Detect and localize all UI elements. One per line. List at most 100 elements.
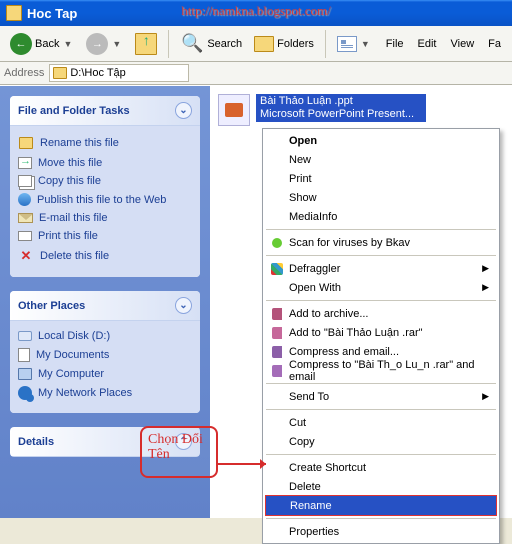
ctx-label: Send To: [289, 391, 329, 403]
defraggler-icon: [269, 261, 284, 276]
network-icon: [18, 386, 32, 400]
ctx-open[interactable]: Open: [265, 131, 497, 150]
winrar-icon: [269, 344, 284, 359]
disk-icon: [18, 331, 32, 341]
ppt-icon: [218, 94, 250, 126]
ctx-separator: [266, 229, 496, 230]
window-title: Hoc Tap: [27, 6, 77, 21]
ctx-delete[interactable]: Delete: [265, 477, 497, 496]
menu-file[interactable]: File: [379, 38, 411, 50]
task-label: Publish this file to the Web: [37, 194, 166, 206]
file-tasks-header[interactable]: File and Folder Tasks ⌄: [10, 96, 200, 126]
winrar-icon: [269, 363, 284, 378]
submenu-arrow-icon: ▶: [482, 263, 489, 274]
ctx-separator: [266, 409, 496, 410]
menu-edit[interactable]: Edit: [411, 38, 444, 50]
place-local-disk[interactable]: Local Disk (D:): [18, 327, 192, 345]
ctx-label: Compress and email...: [289, 346, 399, 358]
ctx-label: Open With: [289, 282, 341, 294]
task-label: Copy this file: [38, 175, 101, 187]
ctx-label: Create Shortcut: [289, 462, 366, 474]
callout-line1: Chọn Đổi: [148, 432, 203, 447]
up-folder-icon: [135, 33, 157, 55]
task-label: Move this file: [38, 157, 102, 169]
ctx-scan-bkav[interactable]: Scan for viruses by Bkav: [265, 233, 497, 252]
mail-icon: [18, 213, 33, 223]
ctx-label: Rename: [290, 500, 332, 512]
other-places-panel: Other Places ⌄ Local Disk (D:) My Docume…: [10, 291, 200, 413]
ctx-label: Scan for viruses by Bkav: [289, 237, 410, 249]
ctx-open-with[interactable]: Open With▶: [265, 278, 497, 297]
collapse-icon: ⌄: [175, 297, 192, 314]
address-bar: Address D:\Hoc Tập: [0, 62, 512, 85]
annotation-callout: Chọn Đổi Tên: [140, 426, 218, 478]
back-button[interactable]: ← Back ▼: [4, 29, 78, 59]
task-label: Rename this file: [40, 137, 119, 149]
place-label: My Network Places: [38, 387, 132, 399]
ctx-label: Compress to "Bài Th_o Lu_n .rar" and ema…: [289, 359, 483, 383]
ctx-create-shortcut[interactable]: Create Shortcut: [265, 458, 497, 477]
ctx-label: Add to "Bài Thảo Luận .rar": [289, 327, 423, 339]
views-button[interactable]: ▼: [331, 32, 376, 56]
ctx-print[interactable]: Print: [265, 169, 497, 188]
menu-favorites[interactable]: Fa: [481, 38, 508, 50]
place-label: My Computer: [38, 368, 104, 380]
callout-line2: Tên: [148, 447, 170, 462]
place-label: My Documents: [36, 349, 109, 361]
copy-icon: [18, 175, 32, 187]
ctx-mediainfo[interactable]: MediaInfo: [265, 207, 497, 226]
computer-icon: [18, 368, 32, 380]
ctx-label: MediaInfo: [289, 211, 337, 223]
ctx-rename[interactable]: Rename: [265, 495, 497, 516]
task-copy[interactable]: Copy this file: [18, 172, 192, 190]
other-places-header[interactable]: Other Places ⌄: [10, 291, 200, 321]
toolbar-separator: [168, 30, 169, 58]
ctx-label: Properties: [289, 526, 339, 538]
ctx-show[interactable]: Show: [265, 188, 497, 207]
task-move[interactable]: Move this file: [18, 154, 192, 172]
ctx-label: New: [289, 154, 311, 166]
task-rename[interactable]: Rename this file: [18, 132, 192, 154]
place-my-computer[interactable]: My Computer: [18, 365, 192, 383]
ctx-send-to[interactable]: Send To ▶: [265, 387, 497, 406]
menu-view[interactable]: View: [444, 38, 482, 50]
ctx-properties[interactable]: Properties: [265, 522, 497, 541]
ctx-cut[interactable]: Cut: [265, 413, 497, 432]
task-print[interactable]: Print this file: [18, 227, 192, 245]
ctx-defraggler[interactable]: Defraggler▶: [265, 259, 497, 278]
ctx-label: Open: [289, 135, 317, 147]
ctx-add-rar[interactable]: Add to "Bài Thảo Luận .rar": [265, 323, 497, 342]
selected-file[interactable]: Bài Thảo Luận .ppt Microsoft PowerPoint …: [218, 94, 426, 126]
toolbar-separator: [325, 30, 326, 58]
file-name: Bài Thảo Luận .ppt: [260, 95, 422, 108]
folder-icon: [6, 5, 22, 21]
bkav-icon: [269, 235, 284, 250]
place-label: Local Disk (D:): [38, 330, 110, 342]
task-label: Print this file: [38, 230, 98, 242]
chevron-down-icon: ▼: [112, 39, 121, 49]
search-button[interactable]: 🔍 Search: [174, 28, 248, 60]
task-email[interactable]: E-mail this file: [18, 209, 192, 227]
folders-button[interactable]: Folders: [248, 32, 320, 56]
place-my-network[interactable]: My Network Places: [18, 383, 192, 403]
task-delete[interactable]: ✕Delete this file: [18, 245, 192, 267]
chevron-down-icon: ▼: [361, 39, 370, 49]
ctx-copy[interactable]: Copy: [265, 432, 497, 451]
move-icon: [18, 157, 32, 169]
place-my-documents[interactable]: My Documents: [18, 345, 192, 365]
task-publish[interactable]: Publish this file to the Web: [18, 190, 192, 209]
ctx-add-archive[interactable]: Add to archive...: [265, 304, 497, 323]
folders-icon: [254, 36, 274, 52]
ctx-new[interactable]: New: [265, 150, 497, 169]
print-icon: [18, 231, 32, 241]
file-type: Microsoft PowerPoint Present...: [260, 108, 422, 121]
ctx-compress-rar-email[interactable]: Compress to "Bài Th_o Lu_n .rar" and ema…: [265, 361, 497, 380]
forward-button[interactable]: → ▼: [80, 29, 127, 59]
submenu-arrow-icon: ▶: [482, 391, 489, 402]
ctx-separator: [266, 255, 496, 256]
address-input[interactable]: D:\Hoc Tập: [49, 64, 189, 82]
folder-icon: [53, 67, 67, 79]
details-title: Details: [18, 436, 54, 448]
collapse-icon: ⌄: [175, 102, 192, 119]
up-button[interactable]: [129, 29, 163, 59]
